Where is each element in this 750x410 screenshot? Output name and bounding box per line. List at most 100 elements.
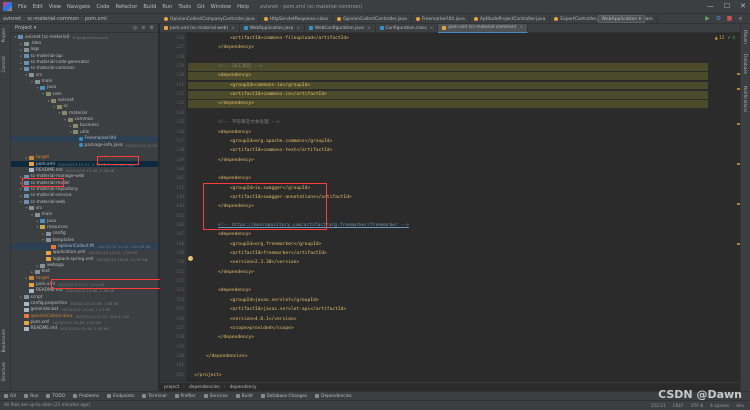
run-configuration-select[interactable]: WebApplication ▾ [597, 15, 645, 23]
code-line[interactable]: <!-- IO工具包 --> [188, 63, 708, 71]
menu-item-edit[interactable]: Edit [30, 4, 46, 10]
editor-tab[interactable]: WebApplication.java × [240, 23, 306, 33]
close-tab-icon[interactable]: × [519, 25, 523, 30]
bottom-tab-dependencies[interactable]: Dependencies [315, 394, 352, 399]
crumb-file[interactable]: pom.xml [85, 16, 107, 22]
tree-arrow-icon[interactable]: ▸ [19, 187, 24, 191]
nav-tab[interactable]: FreemarkerUtil.java [412, 14, 470, 24]
code-line[interactable]: <dependency> [188, 129, 708, 137]
xml-breadcrumb-item[interactable]: dependencies [189, 385, 220, 390]
debug-icon[interactable]: ⚙ [715, 15, 722, 22]
editor-tab[interactable]: pom.xml (sc-material-common) × [438, 23, 528, 33]
project-view-select[interactable]: Project ▾ [15, 25, 36, 31]
intention-bulb-icon[interactable] [188, 256, 193, 261]
crumb-project[interactable]: avisnet [3, 16, 21, 22]
code-line[interactable]: <artifactId>javax.servlet-api</artifactI… [188, 306, 708, 314]
code-line[interactable]: </dependencies> [188, 353, 708, 361]
close-tab-icon[interactable]: × [367, 26, 371, 31]
tree-arrow-icon[interactable]: ▸ [19, 42, 24, 46]
inspection-widget[interactable]: ▲ 12 ✔ 4 [715, 35, 735, 40]
nav-tab[interactable]: OpinionCollectController.java [333, 14, 412, 24]
maven-tool-button[interactable]: Maven [743, 30, 748, 44]
bookmarks-tool-button[interactable]: Bookmarks [1, 329, 6, 352]
code-line[interactable]: </project> [188, 372, 708, 380]
tree-arrow-icon[interactable]: ▾ [52, 105, 57, 109]
code-line[interactable]: <dependency> [188, 175, 708, 183]
menu-item-window[interactable]: Window [208, 4, 234, 10]
tree-arrow-icon[interactable]: ▸ [41, 232, 46, 236]
code-line[interactable]: <dependency> [188, 231, 708, 239]
menu-item-help[interactable]: Help [234, 4, 252, 10]
code-line[interactable] [188, 278, 708, 286]
database-tool-button[interactable]: Database [743, 54, 748, 74]
editor-tab[interactable]: pom.xml (sc-material-web) × [160, 23, 240, 33]
xml-breadcrumb-item[interactable]: project [164, 385, 179, 390]
menu-item-navigate[interactable]: Navigate [64, 4, 93, 10]
menu-item-git[interactable]: Git [194, 4, 208, 10]
locate-icon[interactable]: ◎ [133, 25, 137, 31]
code-line[interactable]: <dependency> [188, 72, 708, 80]
stop-icon[interactable]: ■ [726, 15, 733, 22]
code-line[interactable]: <artifactId>commons-text</artifactId> [188, 147, 708, 155]
close-tab-icon[interactable]: × [296, 26, 300, 31]
code-line[interactable]: <!-- 字符串及文本处理 --> [188, 119, 708, 127]
code-line[interactable]: </dependency> [188, 44, 708, 52]
code-line[interactable]: <dependency> [188, 287, 708, 295]
code-line[interactable]: </dependency> [188, 100, 708, 108]
search-icon[interactable]: ⌕ [737, 15, 744, 22]
status-message[interactable]: All files are up-to-date (21 minutes ago… [4, 403, 90, 408]
code-line[interactable]: <version>2.3.30</version> [188, 259, 708, 267]
notifications-tool-button[interactable]: Notifications [743, 86, 748, 112]
code-editor[interactable]: 126 127 128 129 130 131 132 133 134 135 136 137 138 1… [160, 33, 740, 382]
code-line[interactable]: <artifactId>commons-fileupload</artifact… [188, 35, 708, 43]
close-tab-icon[interactable]: × [430, 26, 434, 31]
nav-tab[interactable]: HttpServletResponse.class [260, 14, 334, 24]
code-line[interactable]: <groupId>org.freemarker</groupId> [188, 241, 708, 249]
nav-tab[interactable]: AptitudeProjectController.java [470, 14, 551, 24]
code-line[interactable]: <artifactId>commons-io</artifactId> [188, 91, 708, 99]
code-line[interactable] [188, 110, 708, 118]
menu-item-run[interactable]: Run [159, 4, 175, 10]
code-line[interactable]: <groupId>commons-io</groupId> [188, 81, 708, 90]
bottom-tab-build[interactable]: Build [235, 394, 253, 399]
bottom-tab-endpoints[interactable]: Endpoints [106, 394, 134, 399]
caret-position[interactable]: 152:21 [651, 404, 666, 409]
bottom-tab-database-changes[interactable]: Database Changes [260, 394, 307, 399]
code-line[interactable]: </dependency> [188, 269, 708, 277]
xml-breadcrumb-item[interactable]: dependency [229, 385, 256, 390]
menu-item-code[interactable]: Code [93, 4, 112, 10]
editor-tab[interactable]: Configuration.class × [376, 23, 439, 33]
file-encoding[interactable]: UTF-8 [691, 404, 704, 409]
menu-item-file[interactable]: File [15, 4, 30, 10]
code-line[interactable]: </dependency> [188, 157, 708, 165]
tree-arrow-icon[interactable]: ▾ [41, 238, 46, 242]
code-line[interactable] [188, 344, 708, 352]
menu-item-build[interactable]: Build [140, 4, 159, 10]
commit-tool-button[interactable]: Commit [1, 56, 6, 72]
code-line[interactable] [188, 362, 708, 370]
tree-arrow-icon[interactable]: ▾ [30, 213, 35, 217]
tree-arrow-icon[interactable]: ▾ [30, 80, 35, 84]
bottom-tab-terminal[interactable]: Terminal [142, 394, 167, 399]
tree-arrow-icon[interactable]: ▾ [19, 200, 24, 204]
code-line[interactable]: <groupId>javax.servlet</groupId> [188, 297, 708, 305]
collapse-icon[interactable]: ≡ [141, 25, 145, 31]
tree-row[interactable]: README.md 2023/2/10 15:46, 1.38 kB [11, 326, 158, 332]
menu-item-tools[interactable]: Tools [175, 4, 194, 10]
tree-arrow-icon[interactable]: ▸ [19, 194, 24, 198]
project-tool-button[interactable]: Project [1, 28, 6, 42]
bottom-tab-profiler[interactable]: Profiler [174, 394, 196, 399]
close-tab-icon[interactable]: × [231, 26, 235, 31]
code-line[interactable]: <groupId>org.apache.commons</groupId> [188, 138, 708, 146]
code-line[interactable]: <artifactId>freemarker</artifactId> [188, 250, 708, 258]
run-icon[interactable]: ▶ [704, 15, 711, 22]
code-line[interactable] [188, 166, 708, 174]
line-separator[interactable]: CRLF [673, 404, 684, 409]
code-line[interactable] [188, 54, 708, 62]
bottom-tab-problems[interactable]: Problems [73, 394, 99, 399]
gear-icon[interactable]: ⚙ [150, 25, 154, 31]
tree-arrow-icon[interactable]: ▸ [19, 48, 24, 52]
code-line[interactable]: <scope>provided</scope> [188, 325, 708, 333]
git-branch[interactable]: dev [736, 404, 744, 409]
tree-arrow-icon[interactable]: ▸ [30, 270, 35, 274]
